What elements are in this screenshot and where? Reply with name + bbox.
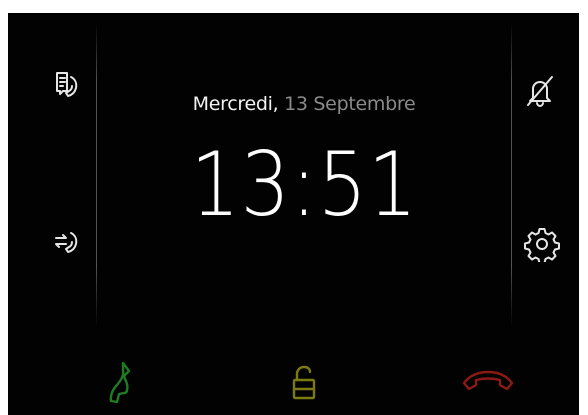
unlock-door-button[interactable] [278, 359, 330, 411]
call-forward-button[interactable] [46, 222, 90, 266]
settings-gear-icon [524, 226, 560, 262]
clock-time: 13:51 [190, 133, 418, 236]
bell-muted-icon [523, 72, 557, 110]
right-divider [511, 21, 512, 327]
left-divider [96, 21, 97, 327]
clock-display: 13:51 [98, 135, 510, 235]
call-forward-icon [51, 225, 85, 263]
date-weekday: Mercredi, [192, 93, 279, 115]
date-day-month: 13 Septembre [284, 93, 416, 115]
answer-call-icon [103, 359, 147, 411]
hang-up-button[interactable] [458, 359, 518, 411]
call-log-button[interactable] [46, 66, 90, 110]
date-display: Mercredi, 13 Septembre [98, 93, 510, 115]
call-log-icon [51, 69, 85, 107]
intercom-screen: Mercredi, 13 Septembre 13:51 [8, 13, 579, 415]
hang-up-icon [460, 366, 516, 404]
mute-ringer-button[interactable] [518, 69, 562, 113]
unlock-door-icon [287, 362, 321, 408]
settings-button[interactable] [520, 222, 564, 266]
answer-call-button[interactable] [99, 359, 151, 411]
